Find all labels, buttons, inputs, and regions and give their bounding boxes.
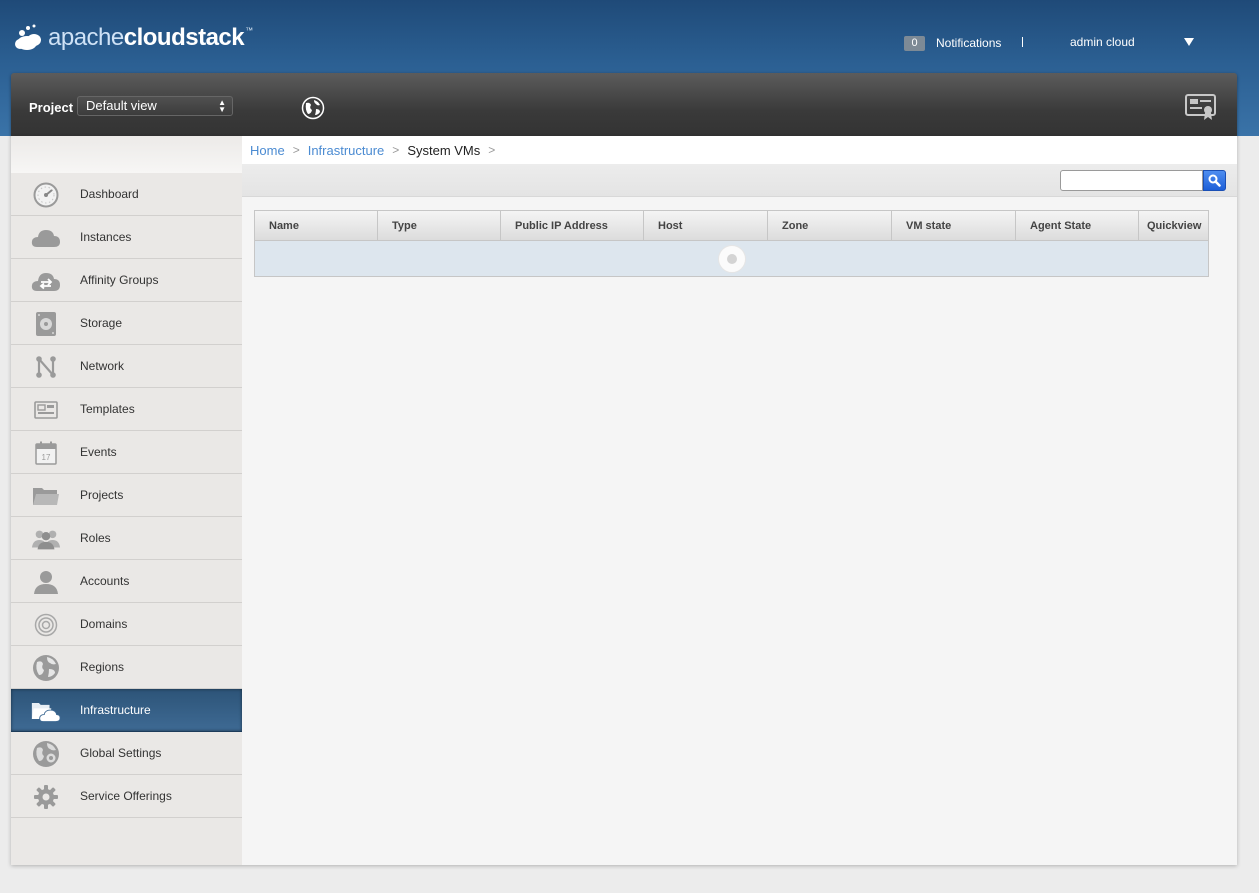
storage-disk-icon [31, 311, 61, 337]
globe-icon [31, 655, 61, 681]
sidebar-item-domains[interactable]: Domains [11, 603, 242, 646]
sidebar-item-label: Instances [80, 230, 132, 244]
sidebar-item-label: Accounts [80, 574, 130, 588]
search-button[interactable] [1203, 170, 1226, 191]
sidebar-item-label: Infrastructure [80, 703, 151, 717]
sidebar-item-service-offerings[interactable]: Service Offerings [11, 775, 242, 818]
content-container: Dashboard Instances Affinity Groups Stor… [11, 136, 1237, 865]
affinity-cloud-icon [31, 268, 61, 294]
column-header-quickview[interactable]: Quickview [1139, 211, 1208, 240]
calendar-icon: 17 [31, 440, 61, 466]
roles-icon [31, 526, 61, 552]
sidebar-item-label: Templates [80, 402, 135, 416]
calendar-day-text: 17 [42, 453, 51, 462]
breadcrumb-current: System VMs [407, 142, 481, 158]
breadcrumb-separator: > [392, 143, 400, 157]
sidebar-item-events[interactable]: 17 Events [11, 431, 242, 474]
sidebar-item-label: Affinity Groups [80, 273, 159, 287]
dashboard-icon [31, 182, 61, 208]
top-header: apachecloudstack™ 0 Notifications admin … [0, 0, 1259, 136]
user-menu[interactable]: admin cloud [1070, 34, 1135, 50]
templates-icon [31, 397, 61, 423]
sidebar-item-label: Regions [80, 660, 125, 674]
apache-cloudstack-logo[interactable]: apachecloudstack™ [14, 20, 253, 56]
user-dropdown-caret-icon[interactable] [1184, 38, 1194, 46]
project-select[interactable]: Default view ▲ ▼ [77, 96, 233, 116]
cloud-icon [31, 225, 61, 251]
search-icon [1208, 174, 1221, 187]
column-header-host[interactable]: Host [644, 211, 768, 240]
network-icon [31, 354, 61, 380]
sidebar-item-label: Dashboard [80, 187, 139, 201]
breadcrumb-infrastructure-link[interactable]: Infrastructure [308, 143, 385, 158]
sidebar-item-label: Events [80, 445, 117, 459]
table-header-row: Name Type Public IP Address Host Zone VM… [255, 211, 1208, 241]
sidebar-item-label: Network [80, 359, 125, 373]
sidebar-item-network[interactable]: Network [11, 345, 242, 388]
notifications-count-badge: 0 [904, 35, 925, 51]
folder-icon [31, 483, 61, 509]
select-arrows-icon: ▲ ▼ [218, 98, 226, 114]
sidebar-item-label: Domains [80, 617, 128, 631]
column-header-vm-state[interactable]: VM state [892, 211, 1016, 240]
project-label: Project [29, 100, 74, 115]
breadcrumb-separator: > [488, 143, 496, 157]
column-header-zone[interactable]: Zone [768, 211, 892, 240]
infrastructure-icon [31, 698, 61, 724]
sidebar-item-infrastructure[interactable]: Infrastructure [11, 689, 242, 732]
sidebar-item-affinity-groups[interactable]: Affinity Groups [11, 259, 242, 302]
column-header-name[interactable]: Name [255, 211, 378, 240]
global-settings-icon [31, 741, 61, 767]
gear-icon [31, 784, 61, 810]
sidebar-item-label: Service Offerings [80, 789, 172, 803]
sidebar-item-projects[interactable]: Projects [11, 474, 242, 517]
domains-target-icon [31, 612, 61, 638]
sidebar-item-roles[interactable]: Roles [11, 517, 242, 560]
sidebar-item-global-settings[interactable]: Global Settings [11, 732, 242, 775]
notifications-label: Notifications [936, 36, 1002, 50]
sidebar-item-label: Storage [80, 316, 123, 330]
loading-spinner-icon [718, 245, 746, 273]
sidebar-item-accounts[interactable]: Accounts [11, 560, 242, 603]
sidebar-item-instances[interactable]: Instances [11, 216, 242, 259]
main-panel: Home > Infrastructure > System VMs > Nam… [242, 136, 1237, 865]
notifications-button[interactable]: 0 Notifications [904, 34, 1001, 52]
column-header-type[interactable]: Type [378, 211, 501, 240]
header-divider [1022, 37, 1023, 47]
column-header-agent-state[interactable]: Agent State [1016, 211, 1139, 240]
system-vms-table: Name Type Public IP Address Host Zone VM… [254, 210, 1209, 277]
breadcrumb: Home > Infrastructure > System VMs > [242, 136, 1237, 164]
search-input[interactable] [1060, 170, 1203, 191]
project-bar: Project Default view ▲ ▼ [11, 73, 1237, 136]
sidebar-nav: Dashboard Instances Affinity Groups Stor… [11, 136, 242, 865]
breadcrumb-separator: > [292, 143, 300, 157]
region-globe-icon[interactable] [301, 96, 325, 120]
cloud-logo-icon [15, 24, 41, 50]
sidebar-item-regions[interactable]: Regions [11, 646, 242, 689]
breadcrumb-home-link[interactable]: Home [250, 143, 285, 158]
column-header-public-ip[interactable]: Public IP Address [501, 211, 644, 240]
sidebar-item-dashboard[interactable]: Dashboard [11, 173, 242, 216]
sidebar-item-label: Projects [80, 488, 124, 502]
sidebar-item-templates[interactable]: Templates [11, 388, 242, 431]
table-loading-row [255, 241, 1208, 276]
project-select-value: Default view [86, 98, 157, 113]
logo-text: apachecloudstack™ [48, 24, 253, 51]
sidebar-item-label: Global Settings [80, 746, 162, 760]
list-toolbar [242, 164, 1237, 197]
user-icon [31, 569, 61, 595]
certificate-icon[interactable] [1185, 93, 1217, 121]
sidebar-item-label: Roles [80, 531, 111, 545]
sidebar-item-storage[interactable]: Storage [11, 302, 242, 345]
sidebar-header [11, 136, 242, 173]
